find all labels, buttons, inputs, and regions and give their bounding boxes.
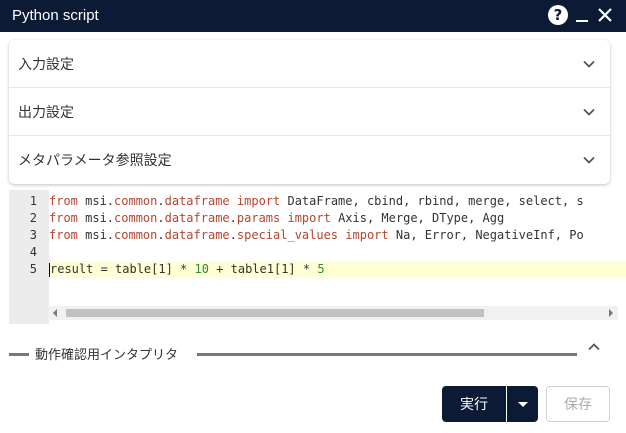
code-token: dataframe <box>164 194 230 208</box>
run-button[interactable]: 実行 <box>442 386 506 422</box>
scroll-right-icon[interactable] <box>609 309 613 317</box>
code-token: import <box>236 194 281 208</box>
chevron-down-icon <box>583 156 595 164</box>
code-token: + table1[1] * <box>208 262 318 276</box>
code-line[interactable]: from msi.common.dataframe import DataFra… <box>49 193 626 210</box>
code-token: . <box>157 228 165 242</box>
code-token: Axis, Merge, DType, Agg <box>330 211 505 225</box>
title-bar-controls: ? <box>548 5 614 25</box>
code-token: msi. <box>77 194 115 208</box>
code-token: DataFrame, cbind, rbind, merge, select, … <box>280 194 584 208</box>
code-token: common <box>114 228 158 242</box>
code-line[interactable]: from msi.common.dataframe.params import … <box>49 210 626 227</box>
chevron-up-icon[interactable] <box>587 340 601 354</box>
chevron-down-icon <box>583 108 595 116</box>
code-line[interactable] <box>49 244 626 261</box>
code-token: from <box>49 211 78 225</box>
accordion-label: 入力設定 <box>18 56 74 73</box>
code-token: . <box>229 211 237 225</box>
minimize-icon[interactable] <box>574 5 590 25</box>
chevron-down-icon <box>583 60 595 68</box>
code-token: Na, Error, NegativeInf, Po <box>388 228 584 242</box>
code-token: import <box>287 211 331 225</box>
code-editor[interactable]: 1 2 3 4 5 from msi.common.dataframe impo… <box>9 190 626 324</box>
code-token: import <box>345 228 389 242</box>
code-token: 10 <box>194 262 209 276</box>
code-line[interactable]: result = table[1] * 10 + table1[1] * 5 <box>49 261 626 278</box>
code-token: msi. <box>77 211 115 225</box>
line-number: 3 <box>29 228 37 242</box>
code-token: . <box>157 194 165 208</box>
accordion-label: メタパラメータ参照設定 <box>18 153 172 169</box>
code-token: params <box>236 211 281 225</box>
close-icon[interactable] <box>596 5 614 25</box>
code-token: common <box>114 211 158 225</box>
scrollbar-thumb[interactable] <box>66 309 484 317</box>
accordion-output-settings[interactable]: 出力設定 <box>9 88 610 136</box>
code-token: result = table[1] * <box>50 262 195 276</box>
line-number: 1 <box>29 194 37 208</box>
code-area[interactable]: from msi.common.dataframe import DataFra… <box>49 190 626 310</box>
scroll-left-icon[interactable] <box>53 309 57 317</box>
save-button[interactable]: 保存 <box>546 386 610 422</box>
accordion-metaparameter-settings[interactable]: メタパラメータ参照設定 <box>9 136 610 184</box>
settings-accordion: 入力設定 出力設定 メタパラメータ参照設定 <box>9 40 610 184</box>
line-number: 5 <box>29 262 37 276</box>
horizontal-scrollbar[interactable] <box>48 306 618 320</box>
window-title: Python script <box>12 7 99 24</box>
section-divider <box>9 353 29 356</box>
title-bar: Python script ? <box>0 0 626 32</box>
section-divider <box>197 353 577 356</box>
code-line[interactable]: from msi.common.dataframe.special_values… <box>49 227 626 244</box>
code-token: 5 <box>317 262 325 276</box>
code-token: common <box>114 194 158 208</box>
caret-down-icon <box>517 401 528 407</box>
line-number: 2 <box>29 211 37 225</box>
interpreter-section: 動作確認用インタプリタ <box>9 340 610 364</box>
line-number: 4 <box>29 245 37 259</box>
accordion-input-settings[interactable]: 入力設定 <box>9 40 610 88</box>
code-token: from <box>49 228 78 242</box>
help-icon[interactable]: ? <box>548 5 568 25</box>
section-title: 動作確認用インタプリタ <box>35 344 179 363</box>
code-token: dataframe <box>164 228 230 242</box>
code-token: from <box>49 194 78 208</box>
code-token: dataframe <box>164 211 230 225</box>
run-options-dropdown[interactable] <box>507 386 538 422</box>
accordion-label: 出力設定 <box>18 104 74 121</box>
code-token: . <box>157 211 165 225</box>
code-token: special_values <box>236 228 339 242</box>
line-number-gutter: 1 2 3 4 5 <box>9 190 49 324</box>
code-token: . <box>229 228 237 242</box>
code-token: msi. <box>77 228 115 242</box>
